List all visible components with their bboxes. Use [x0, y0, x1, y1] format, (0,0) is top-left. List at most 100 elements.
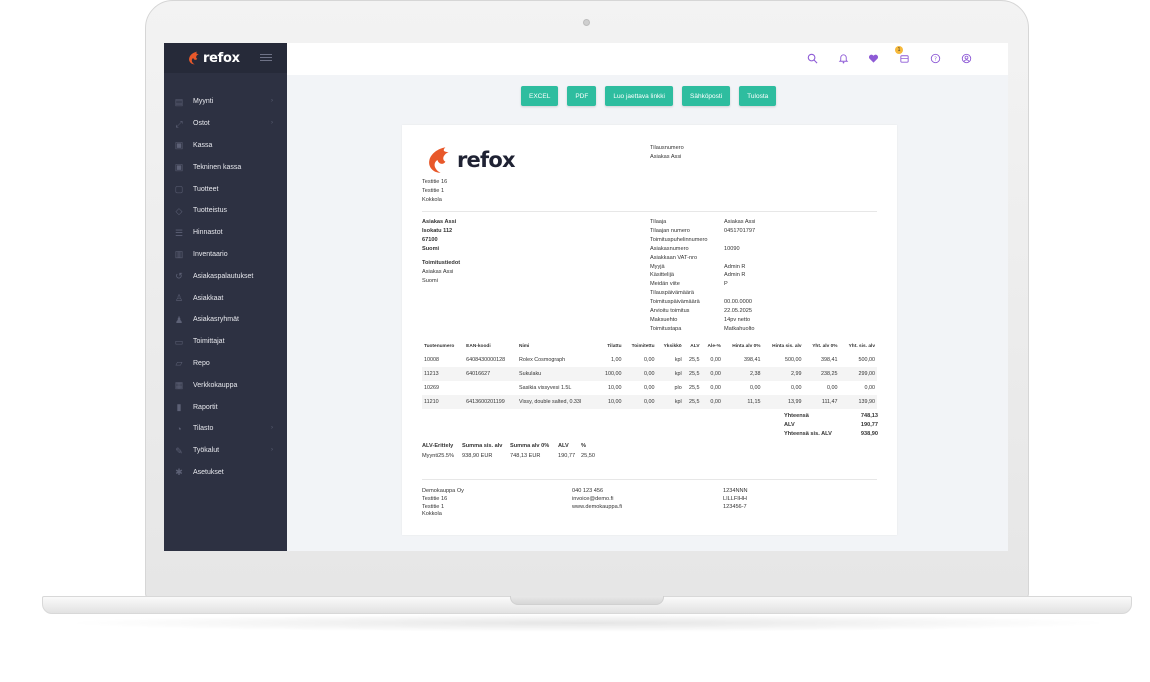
- footer-line: Testitie 16: [422, 495, 448, 502]
- sidebar-item-verkkokauppa[interactable]: ▦ Verkkokauppa: [164, 374, 287, 396]
- table-cell: 10,00: [598, 395, 624, 409]
- sidebar-item-tilasto[interactable]: ◔ Tilasto ›: [164, 418, 287, 440]
- sidebar-item-tuotteistus[interactable]: ◇ Tuotteistus: [164, 200, 287, 222]
- cart-icon[interactable]: [898, 53, 910, 65]
- vat-row: ALV 190,77: [784, 422, 878, 431]
- sidebar-item-repo[interactable]: ▱ Repo: [164, 353, 287, 375]
- column-header: Yksikkö: [663, 343, 682, 349]
- table-cell: 0,00: [864, 385, 876, 391]
- order-items-table: Tuotenumero EAN-koodi Nimi Tilattu Toimitett…: [422, 339, 877, 409]
- sidebar-item-label: Asiakkaat: [193, 294, 224, 302]
- vat-breakdown-header: ALV-Erittely Summa sis. alv Summa alv 0%…: [422, 441, 601, 451]
- sidebar-item-inventaario[interactable]: ▥ Inventaario: [164, 244, 287, 266]
- table-cell: kpl: [674, 357, 682, 363]
- buyer-country: Suomi: [422, 245, 440, 252]
- divider: [422, 211, 877, 212]
- arrows-icon: ⤢: [175, 118, 183, 129]
- table-row: 11213 64016627 Sukulaku 100,00 0,00 kpl 25,5 0,…: [422, 367, 877, 381]
- vat-value: 190,77: [860, 422, 878, 428]
- table-cell: 398,41: [744, 357, 761, 363]
- sidebar-item-hinnastot[interactable]: ☰ Hinnastot: [164, 222, 287, 244]
- meta-label: Arvioitu toimitus: [650, 308, 690, 315]
- buyer-zip: 67100: [422, 236, 438, 243]
- table-header-row: Tuotenumero EAN-koodi Nimi Tilattu Toimitett…: [422, 339, 877, 353]
- wrench-icon: ✎: [175, 445, 183, 456]
- chevron-right-icon: ›: [271, 424, 273, 431]
- column-header: Tilattu: [607, 343, 622, 349]
- vat-header: Summa alv 0%: [510, 443, 550, 449]
- sidebar-item-ostot[interactable]: ⤢ Ostot ›: [164, 113, 287, 135]
- sidebar-item-raportit[interactable]: ▮ Raportit: [164, 396, 287, 418]
- app-screen: refox ▤ Myynti › ⤢ Ostot › ▣ Kassa ▣ Tekninen kas…: [164, 43, 1008, 551]
- buyer-name: Asiakas Assi: [422, 219, 457, 225]
- sidebar-item-asiakkaat[interactable]: ♙ Asiakkaat: [164, 287, 287, 309]
- laptop-shadow: [60, 614, 1116, 632]
- table-cell: 111,47: [803, 395, 840, 409]
- chevron-right-icon: ›: [271, 98, 273, 104]
- sidebar: refox ▤ Myynti › ⤢ Ostot › ▣ Kassa ▣ Tekninen kas…: [164, 43, 287, 551]
- table-cell: 500,00: [858, 357, 876, 363]
- document-brand-name: refox: [457, 148, 516, 172]
- menu-toggle-icon[interactable]: [260, 54, 272, 62]
- footer-line: Kokkola: [422, 511, 442, 518]
- pdf-button[interactable]: PDF: [567, 86, 597, 106]
- user-avatar-icon[interactable]: [960, 53, 972, 65]
- help-icon[interactable]: ?: [929, 53, 941, 65]
- table-cell: plo: [674, 385, 682, 391]
- column-header: Hinta alv 0%: [732, 343, 761, 349]
- email-button[interactable]: Sähköposti: [682, 86, 731, 106]
- share-link-button[interactable]: Luo jaettava linkki: [605, 86, 673, 106]
- column-header: Ale-%: [707, 343, 721, 349]
- sidebar-item-myynti[interactable]: ▤ Myynti ›: [164, 91, 287, 113]
- vat-breakdown-row: Myynti25.5% 938,90 EUR 748,13 EUR 190,77…: [422, 451, 601, 461]
- footer-id: LILLFIHH: [723, 495, 747, 502]
- print-button[interactable]: Tulosta: [739, 86, 777, 106]
- sidebar-item-label: Asiakasryhmät: [193, 316, 239, 324]
- meta-value: 10090: [724, 245, 740, 252]
- sidebar-item-tuotteet[interactable]: ▢ Tuotteet: [164, 178, 287, 200]
- sidebar-item-label: Kassa: [193, 141, 213, 149]
- footer-line: Demokauppa Oy: [422, 488, 464, 494]
- meta-value: 0451701797: [724, 227, 756, 234]
- sidebar-item-asiakasryhmät[interactable]: ♟ Asiakasryhmät: [164, 309, 287, 331]
- table-cell: Sasikia vissyvesi 1.5L: [519, 385, 572, 391]
- table-cell: kpl: [656, 395, 684, 409]
- table-cell: 2,99: [762, 367, 804, 381]
- excel-button[interactable]: EXCEL: [521, 86, 559, 106]
- sidebar-item-kassa[interactable]: ▣ Kassa: [164, 135, 287, 157]
- truck-icon: ▭: [174, 336, 184, 347]
- sidebar-item-label: Asetukset: [193, 468, 224, 476]
- brand-logo[interactable]: refox: [186, 49, 240, 67]
- bell-icon[interactable]: [837, 53, 849, 65]
- search-icon[interactable]: [806, 53, 818, 65]
- vat-cell: 748,13 EUR: [510, 453, 541, 459]
- sidebar-item-asetukset[interactable]: ✱ Asetukset: [164, 462, 287, 484]
- sidebar-item-toimittajat[interactable]: ▭ Toimittajat: [164, 331, 287, 353]
- order-meta-values: Asiakas Assi 0451701797 10090 Admin R Admin …: [724, 218, 755, 334]
- tag-icon: ◇: [175, 205, 183, 216]
- table-cell: 0,00: [644, 357, 655, 363]
- vat-header: %: [581, 443, 586, 449]
- chevron-right-icon: ›: [271, 446, 273, 453]
- footer-ids: 1234NNN LILLFIHH 123456-7: [723, 488, 748, 511]
- meta-value: P: [724, 281, 728, 288]
- brand-name: refox: [203, 50, 240, 66]
- sidebar-item-asiakaspalautukset[interactable]: ↺ Asiakaspalautukset: [164, 265, 287, 287]
- table-cell: 299,00: [839, 367, 877, 381]
- seller-address-line: Testitie 1: [422, 187, 445, 194]
- heart-icon[interactable]: [867, 53, 879, 65]
- gear-icon: ✱: [175, 467, 183, 478]
- footer-company: Demokauppa Oy Testitie 16 Testitie 1 Kok…: [422, 488, 464, 519]
- footer-id: 123456-7: [723, 503, 747, 510]
- meta-label: Maksuehto: [650, 316, 678, 323]
- cart-badge: 1: [895, 46, 903, 54]
- vat-header: ALV-Erittely: [422, 443, 454, 449]
- vat-header: ALV: [558, 443, 569, 449]
- sidebar-item-tekninen-kassa[interactable]: ▣ Tekninen kassa: [164, 156, 287, 178]
- sidebar-item-työkalut[interactable]: ✎ Työkalut ›: [164, 440, 287, 462]
- table-cell: 10008: [424, 357, 439, 363]
- table-row: 11210 6413600201199 Vissy, double salted, …: [422, 395, 877, 409]
- table-cell: 2,38: [722, 367, 763, 381]
- table-cell: 238,25: [803, 367, 840, 381]
- document-logo: refox: [422, 145, 516, 175]
